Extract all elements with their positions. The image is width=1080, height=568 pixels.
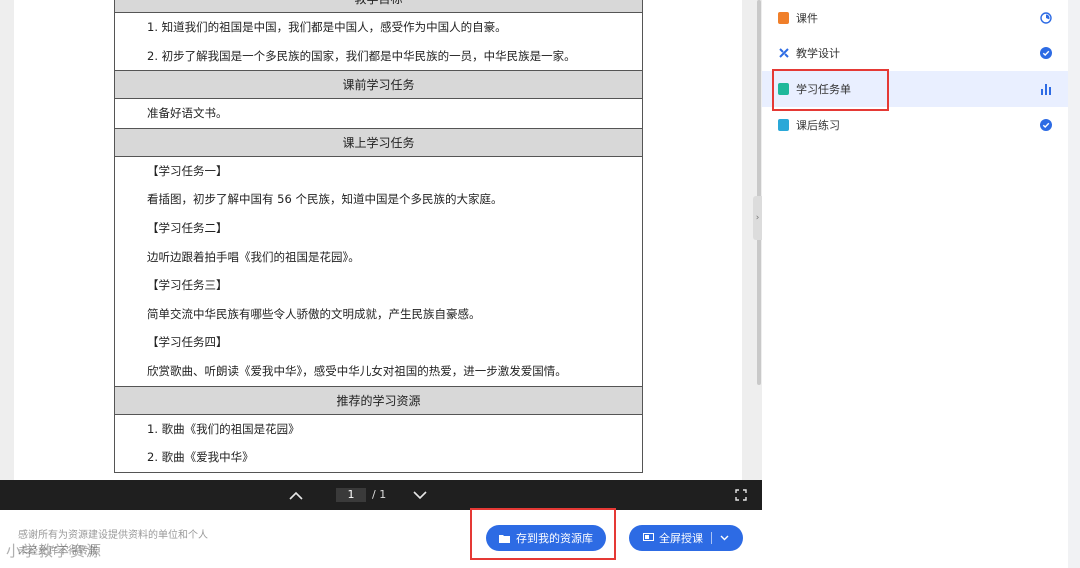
fullscreen-teach-button[interactable]: 全屏授课 <box>629 525 743 551</box>
section-header-in-class: 课上学习任务 <box>115 127 642 157</box>
page-total: / 1 <box>372 488 387 501</box>
fullscreen-button-label: 全屏授课 <box>659 532 703 545</box>
ppt-icon <box>778 12 789 24</box>
copyright-notice: 感谢所有为资源建设提供资料的单位和个人 <box>18 530 208 541</box>
task-line: 欣赏歌曲、听朗读《爱我中华》，感受中华儿女对祖国的热爱，进一步激发爱国情。 <box>147 363 567 378</box>
prev-page-button[interactable] <box>284 480 308 510</box>
exercise-icon <box>778 119 789 131</box>
resource-line: 1. 歌曲《我们的祖国是花园》 <box>147 421 300 436</box>
task-line: 【学习任务二】 <box>147 220 228 235</box>
viewer-footer: 感谢所有为资源建设提供资料的单位和个人 未经允许不得转载 小学教学资源 存到我的… <box>0 510 762 568</box>
sidebar-item-label: 课后练习 <box>796 119 840 132</box>
task-line: 边听边跟着拍手唱《我们的祖国是花园》。 <box>147 249 360 264</box>
watermark-text: 小学教学资源 <box>6 542 103 560</box>
document-viewer: 教学目标 1. 知道我们的祖国是中国，我们都是中国人，感受作为中国人的自豪。 2… <box>0 0 762 568</box>
task-line: 【学习任务四】 <box>147 335 228 350</box>
sidebar-item-label: 教学设计 <box>796 47 840 60</box>
screen-icon <box>643 533 654 541</box>
sidebar-item-label: 课件 <box>796 12 818 25</box>
section-header-goals: 教学目标 <box>115 0 642 13</box>
sidebar-item-exercises[interactable]: 课后练习 <box>762 107 1068 143</box>
next-page-button[interactable] <box>408 480 432 510</box>
highlight-box-task-sheet <box>772 69 889 111</box>
task-line: 【学习任务三】 <box>147 278 228 293</box>
collapse-sidebar-handle[interactable]: › <box>753 196 762 240</box>
chevron-down-icon[interactable] <box>720 535 729 541</box>
window-edge <box>1068 0 1080 568</box>
sidebar-item-teaching-design[interactable]: 教学设计 <box>762 35 1068 71</box>
chevron-up-icon <box>289 491 303 500</box>
task-table: 教学目标 1. 知道我们的祖国是中国，我们都是中国人，感受作为中国人的自豪。 2… <box>114 0 643 473</box>
bar-chart-icon <box>1041 84 1051 95</box>
check-icon <box>1040 47 1052 59</box>
button-divider <box>711 532 712 544</box>
pre-class-text: 准备好语文书。 <box>147 106 228 121</box>
fullscreen-icon <box>735 489 747 501</box>
goal-line: 1. 知道我们的祖国是中国，我们都是中国人，感受作为中国人的自豪。 <box>147 20 507 34</box>
progress-icon <box>1040 12 1052 24</box>
task-line: 简单交流中华民族有哪些令人骄傲的文明成就，产生民族自豪感。 <box>147 306 481 321</box>
section-header-pre-class: 课前学习任务 <box>115 70 642 100</box>
document-page[interactable]: 教学目标 1. 知道我们的祖国是中国，我们都是中国人，感受作为中国人的自豪。 2… <box>14 0 742 480</box>
viewer-toolbar: 1 / 1 <box>0 480 762 510</box>
task-line: 看插图，初步了解中国有 56 个民族，知道中国是个多民族的大家庭。 <box>147 192 503 207</box>
goal-line: 2. 初步了解我国是一个多民族的国家，我们都是中华民族的一员，中华民族是一家。 <box>147 48 576 63</box>
chevron-down-icon <box>413 490 427 499</box>
task-line: 【学习任务一】 <box>147 163 228 178</box>
resource-line: 2. 歌曲《爱我中华》 <box>147 450 254 465</box>
highlight-box-save <box>470 508 616 560</box>
check-icon <box>1040 119 1052 131</box>
fullscreen-toggle[interactable] <box>730 480 752 510</box>
app-root: 教学目标 1. 知道我们的祖国是中国，我们都是中国人，感受作为中国人的自豪。 2… <box>0 0 1080 568</box>
sidebar-item-courseware[interactable]: 课件 <box>762 0 1068 36</box>
document-scrollbar[interactable] <box>757 0 761 385</box>
design-icon <box>779 48 789 58</box>
section-header-resources: 推荐的学习资源 <box>115 385 642 415</box>
page-number-input[interactable]: 1 <box>336 488 366 502</box>
